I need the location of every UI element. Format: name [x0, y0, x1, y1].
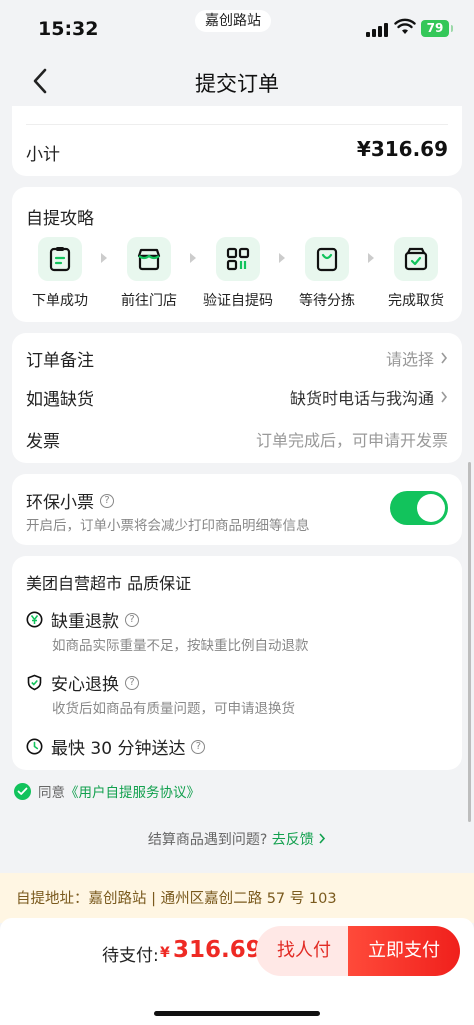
pickup-address-bar: 自提地址：嘉创路站 | 通州区嘉创二路 57 号 103 — [0, 873, 474, 923]
yuan-circle-icon — [26, 611, 43, 628]
quality-item-refund: 缺重退款 ? — [26, 607, 139, 632]
nav-bar: 提交订单 — [0, 56, 474, 106]
agreement-link[interactable]: 《用户自提服务协议》 — [65, 781, 200, 801]
invoice-value: 订单完成后，可申请开发票 — [255, 431, 448, 450]
question-icon[interactable]: ? — [191, 739, 206, 754]
pickup-guide-card: 自提攻略 下单成功 前往门店 验证自提码 等待分拣 完成取货 — [12, 187, 462, 322]
status-bar: 15:32 嘉创路站 79 — [0, 0, 474, 56]
signal-icon — [366, 21, 390, 37]
subtotal-value: ¥316.69 — [356, 137, 448, 161]
eco-receipt-description: 开启后，订单小票将会减少打印商品明细等信息 — [26, 518, 310, 534]
subtotal-label: 小计 — [26, 145, 60, 165]
box-check-icon — [394, 237, 438, 281]
pay-currency: ¥ — [160, 945, 170, 961]
store-icon — [127, 237, 171, 281]
feedback-row: 结算商品遇到问题? 去反馈 — [0, 829, 474, 849]
eco-receipt-title: 环保小票 — [26, 493, 94, 513]
feedback-link[interactable]: 去反馈 — [272, 832, 314, 848]
checkout-bar: 待支付: ¥ 316.69 找人付 立即支付 — [0, 918, 474, 1025]
quality-item-return: 安心退换 ? — [26, 670, 139, 695]
question-icon[interactable]: ? — [125, 612, 139, 627]
clock-icon — [26, 738, 43, 755]
out-of-stock-label: 如遇缺货 — [26, 390, 94, 410]
remark-value: 请选择 — [385, 350, 434, 369]
status-location-pill: 嘉创路站 — [195, 10, 271, 32]
chevron-right-icon — [319, 833, 326, 844]
toggle-knob — [417, 494, 445, 522]
agreement-prefix: 同意 — [38, 785, 65, 801]
status-time: 15:32 — [38, 18, 99, 40]
eco-receipt-card: 环保小票 ? 开启后，订单小票将会减少打印商品明细等信息 — [12, 474, 462, 545]
bag-icon — [305, 237, 349, 281]
eco-receipt-toggle[interactable] — [390, 491, 448, 525]
friend-pay-button[interactable]: 找人付 — [256, 926, 352, 976]
chevron-right-icon — [441, 352, 448, 364]
pickup-guide-title: 自提攻略 — [26, 209, 94, 229]
subtotal-card: 小计 ¥316.69 — [12, 106, 462, 176]
pay-now-button[interactable]: 立即支付 — [348, 926, 460, 976]
quality-item-title: 安心退换 — [51, 675, 119, 695]
quality-item-title: 最快 30 分钟送达 — [51, 739, 186, 759]
quality-title: 美团自营超市 品质保证 — [26, 574, 192, 593]
shield-icon — [27, 674, 42, 691]
quality-item-description: 收货后如商品有质量问题，可申请退换货 — [52, 701, 295, 717]
home-indicator — [154, 1011, 320, 1016]
pickup-step-wait-sorting: 等待分拣 — [287, 237, 367, 310]
pickup-step-go-to-store: 前往门店 — [109, 237, 189, 310]
question-icon[interactable]: ? — [100, 493, 114, 508]
chevron-right-icon — [441, 391, 448, 403]
quality-item-title: 缺重退款 — [51, 612, 119, 632]
clipboard-icon — [38, 237, 82, 281]
invoice-label: 发票 — [26, 432, 60, 452]
pay-amount: 316.69 — [173, 937, 262, 963]
qrcode-icon — [216, 237, 260, 281]
step-label: 完成取货 — [388, 293, 444, 309]
step-label: 等待分拣 — [299, 293, 355, 309]
step-label: 验证自提码 — [203, 293, 273, 309]
battery-icon: 79 — [421, 20, 453, 37]
divider — [26, 124, 448, 125]
step-label: 下单成功 — [32, 293, 88, 309]
page-title: 提交订单 — [195, 72, 279, 96]
quality-item-delivery: 最快 30 分钟送达 ? — [26, 734, 206, 759]
pickup-step-complete: 完成取货 — [376, 237, 456, 310]
pay-label: 待支付: — [102, 946, 159, 966]
wifi-icon — [394, 18, 416, 34]
eco-receipt-title-row: 环保小票 ? — [26, 488, 114, 513]
quality-item-description: 如商品实际重量不足，按缺重比例自动退款 — [52, 638, 309, 654]
feedback-text: 结算商品遇到问题? — [147, 832, 268, 848]
step-label: 前往门店 — [121, 293, 177, 309]
pickup-step-order-success: 下单成功 — [20, 237, 100, 310]
remark-select[interactable]: 请选择 — [386, 346, 448, 370]
out-of-stock-value: 缺货时电话与我沟通 — [289, 389, 434, 408]
check-circle-icon[interactable] — [14, 782, 31, 800]
remark-label: 订单备注 — [26, 351, 94, 371]
question-icon[interactable]: ? — [125, 675, 139, 690]
order-options-card: 订单备注 请选择 如遇缺货 缺货时电话与我沟通 发票 订单完成后，可申请开发票 — [12, 333, 462, 463]
out-of-stock-select[interactable]: 缺货时电话与我沟通 — [290, 385, 448, 409]
agreement-row[interactable]: 同意 《用户自提服务协议》 — [14, 781, 200, 801]
pickup-step-verify-code: 验证自提码 — [198, 237, 278, 310]
quality-guarantee-card: 美团自营超市 品质保证 缺重退款 ? 如商品实际重量不足，按缺重比例自动退款 安… — [12, 556, 462, 770]
scrollbar[interactable] — [468, 462, 471, 822]
